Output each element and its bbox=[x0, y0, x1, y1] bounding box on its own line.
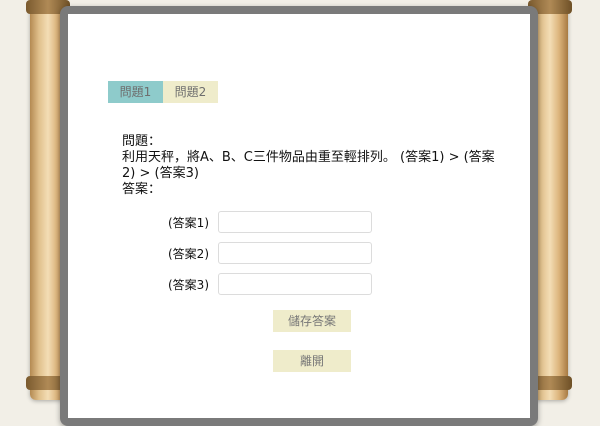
answer-3-label: (答案3) bbox=[168, 277, 209, 292]
paper-content: 問題1 問題2 問題： 利用天秤，將A、B、C三件物品由重至輕排列。 (答案1)… bbox=[68, 14, 530, 418]
answer-3-input[interactable] bbox=[218, 273, 372, 295]
question-heading: 問題： bbox=[122, 134, 162, 149]
answer-2-input[interactable] bbox=[218, 242, 372, 264]
answer-row-3: (答案3) bbox=[168, 272, 372, 296]
tab-question-2[interactable]: 問題2 bbox=[163, 81, 218, 103]
answer-row-1: (答案1) bbox=[168, 210, 372, 234]
question-block: 問題： 利用天秤，將A、B、C三件物品由重至輕排列。 (答案1) > (答案2)… bbox=[122, 134, 502, 198]
leave-button[interactable]: 離開 bbox=[273, 350, 351, 372]
answer-2-label: (答案2) bbox=[168, 246, 209, 261]
answer-heading: 答案： bbox=[122, 182, 162, 197]
answer-1-input[interactable] bbox=[218, 211, 372, 233]
save-answer-button[interactable]: 儲存答案 bbox=[273, 310, 351, 332]
paper-panel: 問題1 問題2 問題： 利用天秤，將A、B、C三件物品由重至輕排列。 (答案1)… bbox=[60, 6, 538, 426]
tab-question-1[interactable]: 問題1 bbox=[108, 81, 163, 103]
answer-1-label: (答案1) bbox=[168, 215, 209, 230]
answer-row-2: (答案2) bbox=[168, 241, 372, 265]
question-tabs: 問題1 問題2 bbox=[108, 81, 218, 103]
question-text: 利用天秤，將A、B、C三件物品由重至輕排列。 (答案1) > (答案2) > (… bbox=[122, 150, 495, 181]
